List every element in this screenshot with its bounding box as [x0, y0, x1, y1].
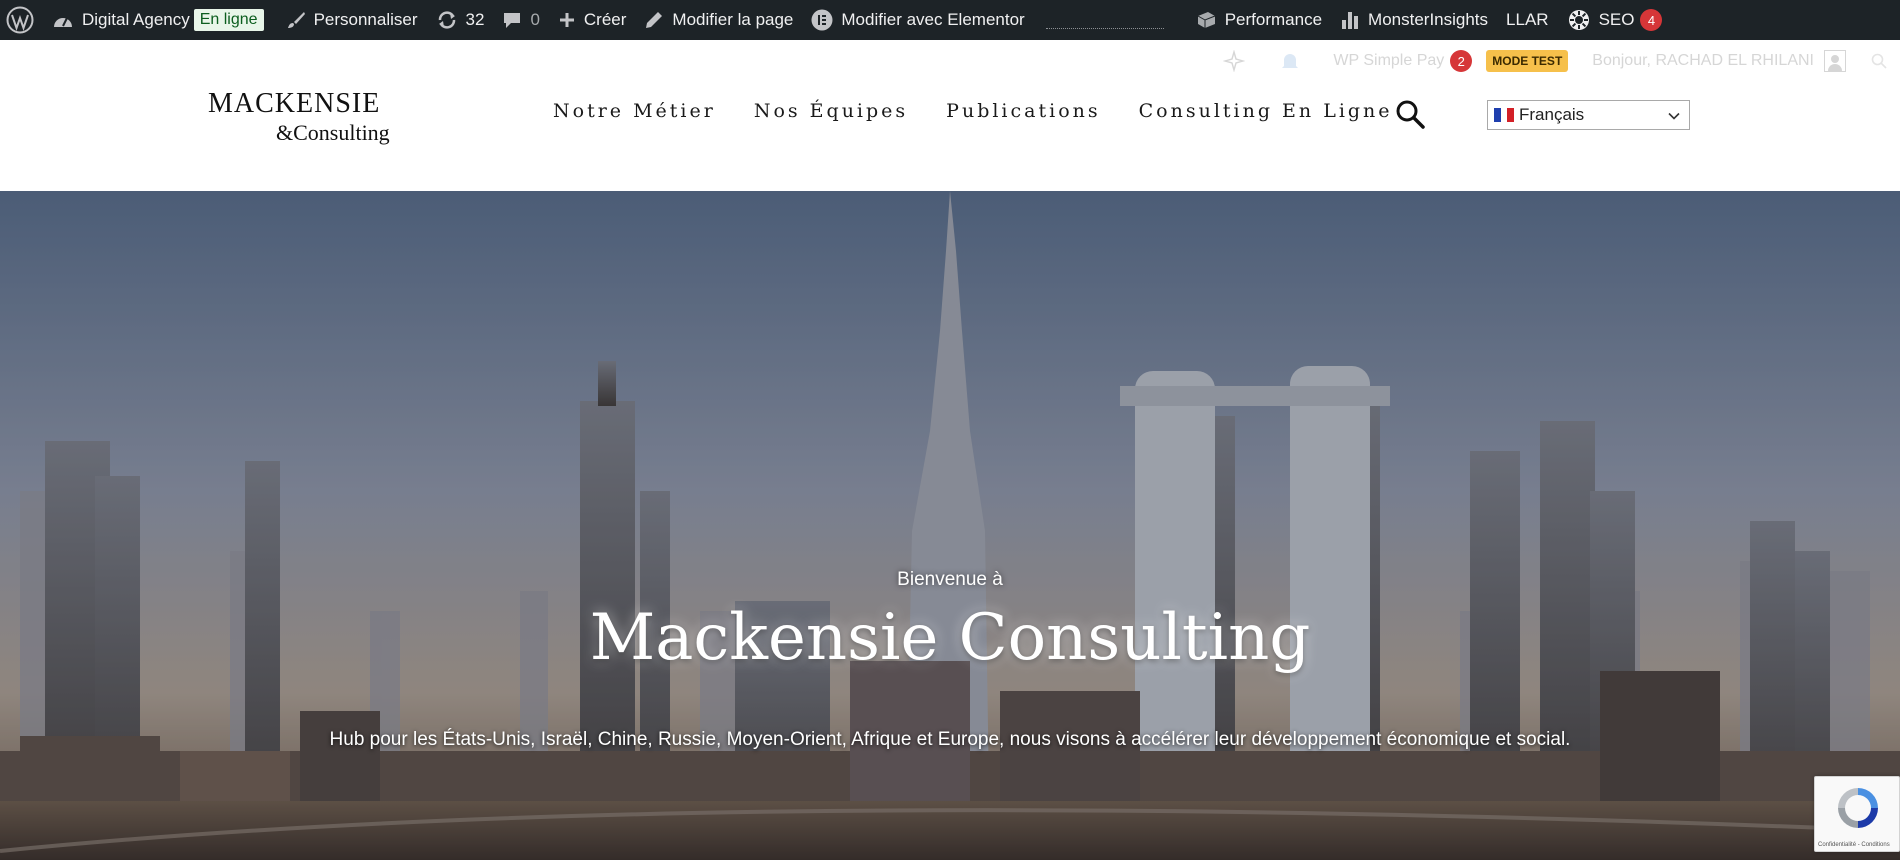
admin-bar: Digital Agency En ligne Personnaliser 32… [0, 0, 1900, 40]
language-select[interactable]: Français [1487, 100, 1690, 130]
comments-count: 0 [530, 10, 540, 29]
performance-menu[interactable]: Performance [1186, 0, 1331, 40]
mode-test-badge: MODE TEST [1486, 50, 1569, 72]
simple-pay-count-badge: 2 [1450, 50, 1473, 72]
plus-icon [558, 11, 576, 29]
seo-label: SEO [1598, 10, 1635, 29]
elementor-icon [811, 9, 833, 31]
edit-page-button[interactable]: Modifier la page [635, 0, 802, 40]
brush-icon [286, 10, 306, 30]
customize-button[interactable]: Personnaliser [277, 0, 427, 40]
recaptcha-badge[interactable]: Confidentialité - Conditions [1814, 776, 1900, 852]
wordpress-logo-button[interactable] [0, 0, 43, 40]
comments-button[interactable]: 0 [493, 0, 548, 40]
site-name-menu[interactable]: Digital Agency En ligne [43, 0, 277, 40]
nav-item-notre-metier[interactable]: Notre Métier [553, 100, 716, 122]
search-button[interactable] [1394, 98, 1426, 130]
simple-pay-label[interactable]: WP Simple Pay [1333, 52, 1444, 70]
admin-bar-progress-divider [1045, 25, 1164, 29]
bar-chart-icon [1340, 10, 1360, 30]
hero-kicker: Bienvenue à [897, 569, 1003, 590]
main-navigation: Notre Métier Nos Équipes Publications Co… [553, 100, 1393, 122]
nav-item-publications[interactable]: Publications [946, 100, 1100, 122]
recaptcha-links[interactable]: Confidentialité - Conditions [1818, 842, 1890, 848]
site-logo[interactable]: MACKENSIE &Consulting [208, 90, 390, 144]
edit-page-label: Modifier la page [672, 10, 794, 29]
updates-button[interactable]: 32 [427, 0, 494, 40]
comment-icon [502, 10, 522, 30]
nav-item-nos-equipes[interactable]: Nos Équipes [754, 100, 908, 122]
hero-section: Bienvenue à Mackensie Consulting Hub pou… [0, 191, 1900, 860]
customize-label: Personnaliser [313, 10, 418, 29]
language-selected-value: Français [1519, 105, 1585, 124]
monsterinsights-label: MonsterInsights [1368, 10, 1489, 29]
search-icon [1396, 100, 1425, 129]
sparkle-icon[interactable] [1223, 50, 1246, 72]
search-icon[interactable] [1870, 52, 1888, 70]
seo-menu[interactable]: SEO 4 [1558, 0, 1672, 40]
logo-main-text: MACKENSIE [208, 88, 381, 119]
hero-subtitle: Hub pour les États-Unis, Israël, Chine, … [329, 729, 1571, 750]
pencil-icon [644, 10, 664, 30]
recaptcha-icon [1838, 788, 1878, 828]
user-icon [1828, 55, 1842, 71]
nav-item-consulting-en-ligne[interactable]: Consulting En Ligne [1139, 100, 1393, 122]
secondary-admin-row: WP Simple Pay 2 MODE TEST Bonjour, RACHA… [1223, 46, 1900, 76]
updates-count: 32 [465, 10, 485, 29]
seo-count-badge: 4 [1640, 9, 1663, 31]
edit-elementor-button[interactable]: Modifier avec Elementor [802, 0, 1033, 40]
edit-elementor-label: Modifier avec Elementor [841, 10, 1025, 29]
logo-sub-text: &Consulting [276, 120, 390, 145]
site-name: Digital Agency [82, 10, 190, 29]
bell-icon[interactable] [1279, 50, 1301, 72]
hero-background-image [0, 191, 1900, 860]
monsterinsights-menu[interactable]: MonsterInsights [1331, 0, 1497, 40]
create-label: Créer [583, 10, 627, 29]
hero-title: Mackensie Consulting [589, 601, 1311, 675]
dashboard-icon [52, 10, 74, 30]
llar-menu[interactable]: LLAR [1497, 0, 1558, 40]
avatar[interactable] [1824, 50, 1846, 72]
gear-icon [1567, 8, 1591, 32]
performance-icon [1195, 10, 1217, 30]
wordpress-icon [6, 6, 34, 34]
france-flag-icon [1494, 108, 1515, 122]
account-greeting[interactable]: Bonjour, RACHAD EL RHILANI [1592, 52, 1814, 70]
site-status-badge: En ligne [193, 9, 264, 31]
performance-label: Performance [1224, 10, 1323, 29]
create-new-button[interactable]: Créer [549, 0, 636, 40]
llar-label: LLAR [1506, 10, 1549, 29]
chevron-down-icon [1668, 112, 1680, 120]
refresh-icon [436, 10, 458, 30]
